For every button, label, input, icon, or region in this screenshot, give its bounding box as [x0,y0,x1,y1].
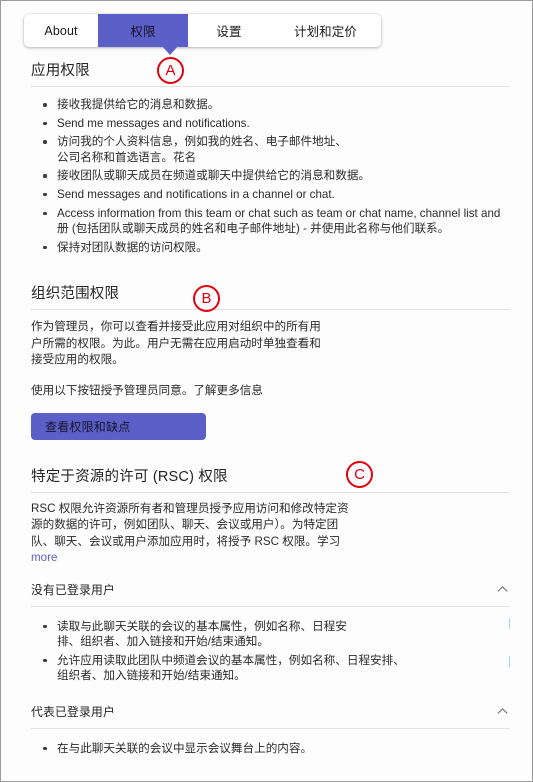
rsc-section: 特定于资源的许可 (RSC) 权限 RSC 权限允许资源所有者和管理员授予应用访… [31,465,510,757]
list-item: 允许应用读取此团队中频道会议的基本属性，例如名称、日程安排、组织者、加入链接和开… [31,653,510,684]
list-item: 在与此聊天关联的会议中显示会议舞台上的内容。 [31,741,510,757]
tab-bar-container: About 权限 设置 计划和定价 [24,14,381,55]
text-caret-artifact [509,656,510,667]
chevron-up-icon[interactable] [495,582,510,597]
text-caret-artifact [509,618,510,629]
rsc-title: 特定于资源的许可 (RSC) 权限 [31,468,228,485]
app-permissions-section: 应用权限 接收我提供给它的消息和数据。 Send me messages and… [31,59,510,255]
permissions-content: 应用权限 接收我提供给它的消息和数据。 Send me messages and… [1,47,532,781]
app-permissions-list: 接收我提供给它的消息和数据。 Send me messages and noti… [31,97,510,255]
app-permissions-title: 应用权限 [31,63,90,79]
list-item: Send messages and notifications in a cha… [31,187,510,203]
rsc-group-label: 没有已登录用户 [31,582,115,597]
list-item: 接收团队或聊天成员在频道或聊天中提供给它的消息和数据。 [31,168,510,184]
chevron-up-icon[interactable] [495,704,510,719]
list-item: 保持对团队数据的访问权限。 [31,240,510,256]
tab-about[interactable]: About [24,14,98,47]
list-item: 访问我的个人资料信息，例如我的姓名、电子邮件地址、公司名称和首选语言。花名 [31,134,510,165]
rsc-group-list-on-behalf-of-signed-in-user: 在与此聊天关联的会议中显示会议舞台上的内容。 [31,741,510,757]
org-scope-section: 组织范围权限 作为管理员，你可以查看并接受此应用对组织中的所有用户所需的权限。为… [31,282,510,440]
view-permissions-button[interactable]: 查看权限和缺点 [31,412,206,440]
rsc-more-link[interactable]: more [31,551,57,564]
rsc-group-label: 代表已登录用户 [31,704,115,719]
list-item: Send me messages and notifications. [31,116,510,132]
tab-settings[interactable]: 设置 [188,14,270,47]
rsc-group-header-no-signed-in-user[interactable]: 没有已登录用户 [31,581,510,598]
tab-permissions[interactable]: 权限 [98,14,188,47]
org-scope-paragraph-1: 作为管理员，你可以查看并接受此应用对组织中的所有用户所需的权限。为此。用户无需在… [31,320,321,367]
rsc-group-header-on-behalf-of-signed-in-user[interactable]: 代表已登录用户 [31,703,510,720]
org-scope-paragraph-2: 使用以下按钮授予管理员同意。了解更多信息 [31,383,263,397]
app-details-screen: About 权限 设置 计划和定价 应用权限 接收我提供给它的消息和数据。 Se… [0,0,533,782]
list-item: 接收我提供给它的消息和数据。 [31,97,510,113]
tab-bar: About 权限 设置 计划和定价 [24,14,381,47]
org-scope-title: 组织范围权限 [31,286,120,303]
rsc-paragraph: RSC 权限允许资源所有者和管理员授予应用访问和修改特定资源的数据的许可，例如团… [31,501,349,567]
list-item: Access information from this team or cha… [31,206,510,237]
rsc-paragraph-text: RSC 权限允许资源所有者和管理员授予应用访问和修改特定资源的数据的许可，例如团… [31,501,349,548]
tab-plans-and-pricing[interactable]: 计划和定价 [270,14,381,47]
rsc-group-list-no-signed-in-user: 读取与此聊天关联的会议的基本属性，例如名称、日程安排、组织者、加入链接和开始/结… [31,619,510,684]
list-item: 读取与此聊天关联的会议的基本属性，例如名称、日程安排、组织者、加入链接和开始/结… [31,619,510,650]
